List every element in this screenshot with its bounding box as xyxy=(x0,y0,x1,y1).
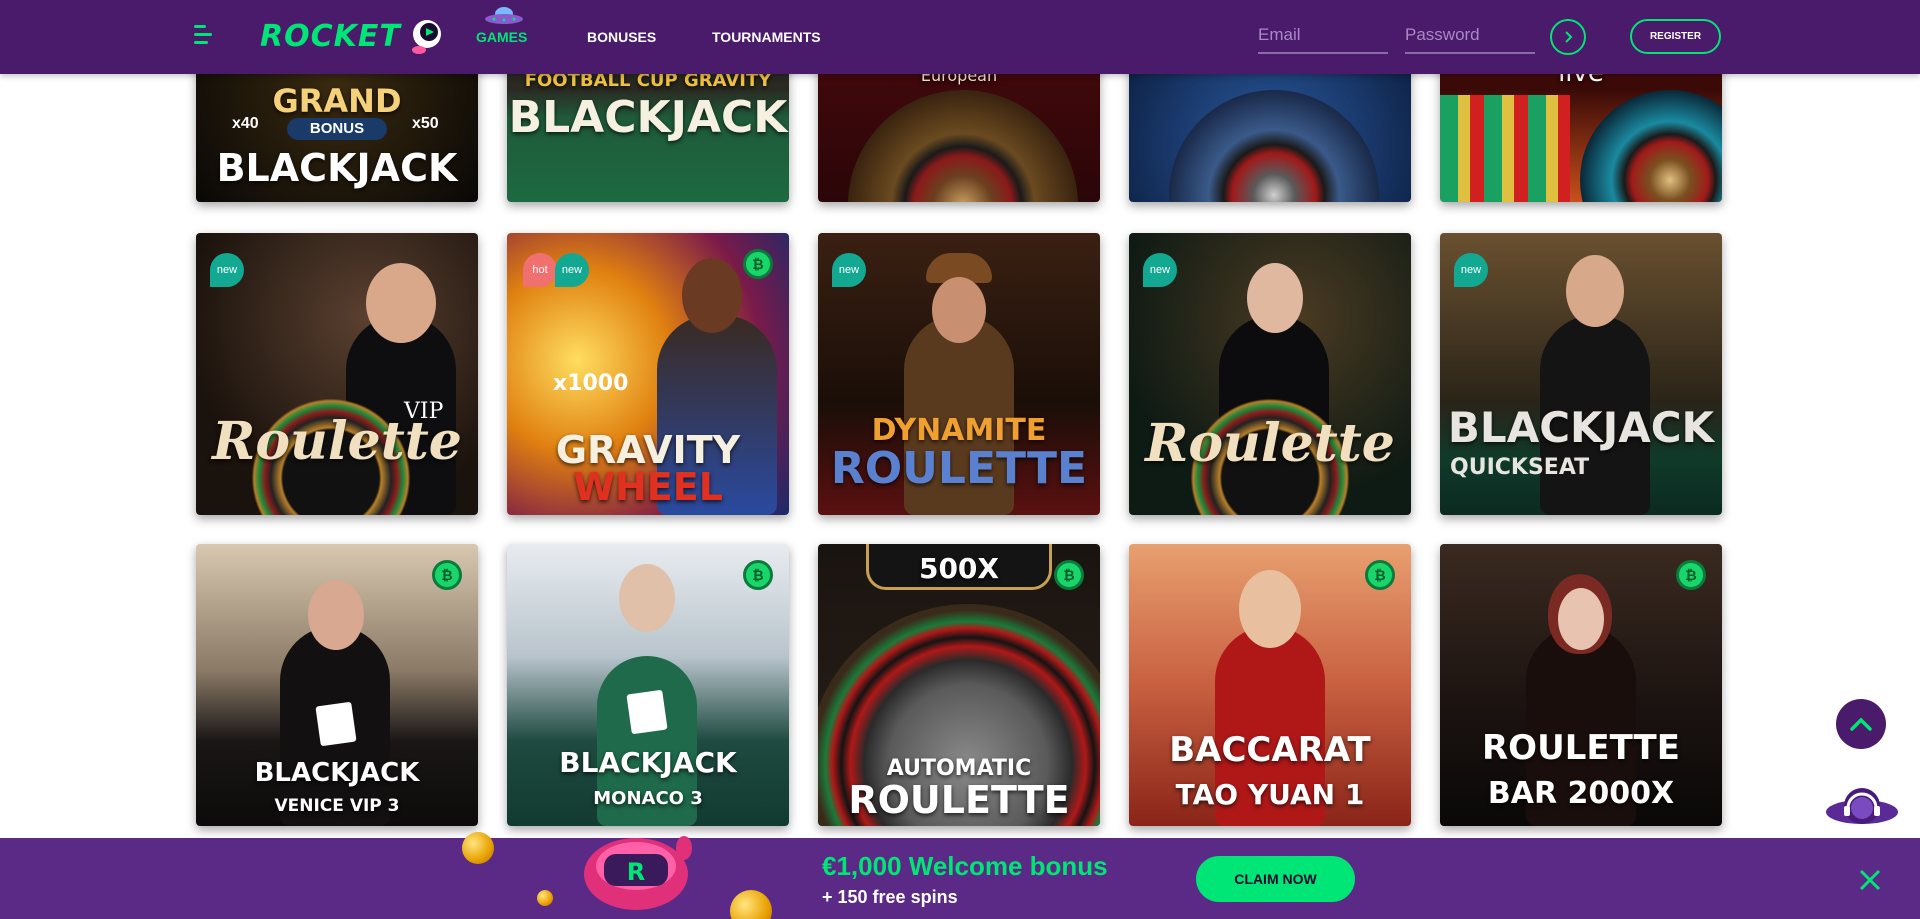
tile-subtitle: MONACO 3 xyxy=(593,788,703,809)
game-tile-roulette-bar-2000x[interactable]: ₿ ROULETTE BAR 2000X xyxy=(1440,544,1722,826)
dealer-face xyxy=(1247,263,1303,333)
chips-stack xyxy=(1440,95,1570,202)
rocket-logo[interactable]: ROCKET xyxy=(260,14,447,58)
ufo-icon xyxy=(485,7,523,24)
tile-subtitle: TAO YUAN 1 xyxy=(1175,778,1365,811)
dealer-face xyxy=(1558,588,1604,650)
badge-hot: hot xyxy=(523,253,557,287)
multiplier-right: x50 xyxy=(412,115,439,132)
dealer-face xyxy=(1239,570,1301,648)
game-tile-blackjack-quickseat[interactable]: new BLACKJACK QUICKSEAT xyxy=(1440,233,1722,515)
game-tile-baccarat-tao-yuan-1[interactable]: ₿ BACCARAT TAO YUAN 1 xyxy=(1129,544,1411,826)
astronaut-icon xyxy=(411,20,441,54)
badge-new: new xyxy=(1143,253,1177,287)
tile-subtitle: BLACKJACK xyxy=(508,92,788,143)
crypto-icon: ₿ xyxy=(432,560,462,590)
nav-bonuses[interactable]: BONUSES xyxy=(587,29,656,45)
badge-new: new xyxy=(210,253,244,287)
tile-subtitle: VENICE VIP 3 xyxy=(274,796,400,816)
promo-title: €1,000 Welcome bonus xyxy=(822,851,1108,881)
card-icon xyxy=(626,689,668,735)
game-tile-dynamite-roulette[interactable]: new DYNAMITE ROULETTE xyxy=(818,233,1100,515)
login-submit-button[interactable] xyxy=(1550,19,1586,55)
dealer-face xyxy=(619,564,675,632)
close-icon[interactable] xyxy=(1856,866,1884,894)
chevron-up-icon xyxy=(1850,717,1872,731)
badge-new: new xyxy=(1454,253,1488,287)
tile-subtitle: WHEEL xyxy=(573,465,723,509)
dealer-face xyxy=(366,263,436,343)
crypto-icon: ₿ xyxy=(1676,560,1706,590)
multiplier-label: x1000 xyxy=(553,371,629,396)
crypto-icon: ₿ xyxy=(743,560,773,590)
game-tile-gravity-wheel[interactable]: ₿ hot new x1000 GRAVITY WHEEL xyxy=(507,233,789,515)
nav-games[interactable]: GAMES xyxy=(476,29,527,45)
tile-subtitle: ROULETTE xyxy=(830,443,1088,494)
tile-subtitle: BAR 2000X xyxy=(1487,776,1675,811)
game-tile-roulette[interactable]: new Roulette xyxy=(1129,233,1411,515)
menu-icon[interactable] xyxy=(194,25,214,47)
bonus-pill: BONUS xyxy=(287,118,387,140)
email-field-wrap xyxy=(1258,20,1388,54)
scroll-to-top-button[interactable] xyxy=(1836,699,1886,749)
crypto-icon: ₿ xyxy=(1054,560,1084,590)
tile-title: BLACKJACK xyxy=(254,758,420,788)
piggy-bank-icon: R xyxy=(584,836,692,910)
tile-title: BACCARAT xyxy=(1169,730,1371,770)
top-header: ROCKET GAMES BONUSES TOURNAMENTS REGISTE… xyxy=(0,0,1920,74)
tile-title: BLACKJACK xyxy=(1447,403,1715,452)
tile-title: Roulette xyxy=(1145,413,1395,474)
gold-coin-icon xyxy=(462,832,494,864)
dealer-face xyxy=(308,580,364,650)
password-input[interactable] xyxy=(1405,20,1535,50)
game-tile-blackjack-monaco-3[interactable]: ₿ BLACKJACK MONACO 3 xyxy=(507,544,789,826)
dealer-face xyxy=(1566,255,1624,327)
tile-subtitle: BLACKJACK xyxy=(216,146,458,190)
crypto-icon: ₿ xyxy=(743,249,773,279)
badge-new: new xyxy=(555,253,589,287)
email-input[interactable] xyxy=(1258,20,1388,50)
multiplier-left: x40 xyxy=(232,115,259,132)
tile-title: ROULETTE xyxy=(1482,728,1680,768)
tile-subtitle: ROULETTE xyxy=(848,778,1070,822)
crypto-icon: ₿ xyxy=(1365,560,1395,590)
password-field-wrap xyxy=(1405,20,1535,54)
tile-title: BLACKJACK xyxy=(559,746,737,779)
svg-text:R: R xyxy=(627,858,645,886)
promo-subtitle: + 150 free spins xyxy=(822,887,958,907)
tile-subtitle: VIP xyxy=(404,399,444,424)
game-tile-vip-roulette[interactable]: new Roulette VIP xyxy=(196,233,478,515)
gold-coin-icon xyxy=(537,890,553,906)
game-tile-automatic-roulette[interactable]: 500X ₿ AUTOMATIC ROULETTE xyxy=(818,544,1100,826)
support-chat-icon[interactable] xyxy=(1824,782,1900,836)
host-face xyxy=(682,258,742,333)
host-face xyxy=(932,277,986,343)
register-button[interactable]: REGISTER xyxy=(1630,19,1721,54)
logo-text: ROCKET xyxy=(260,18,401,54)
nav-tournaments[interactable]: TOURNAMENTS xyxy=(712,29,821,45)
chevron-right-icon xyxy=(1565,31,1573,43)
badge-new: new xyxy=(832,253,866,287)
claim-now-button[interactable]: CLAIM NOW xyxy=(1196,856,1355,902)
card-icon xyxy=(315,701,357,747)
tile-subtitle: QUICKSEAT xyxy=(1450,455,1590,480)
game-tile-blackjack-venice-vip-3[interactable]: ₿ BLACKJACK VENICE VIP 3 xyxy=(196,544,478,826)
